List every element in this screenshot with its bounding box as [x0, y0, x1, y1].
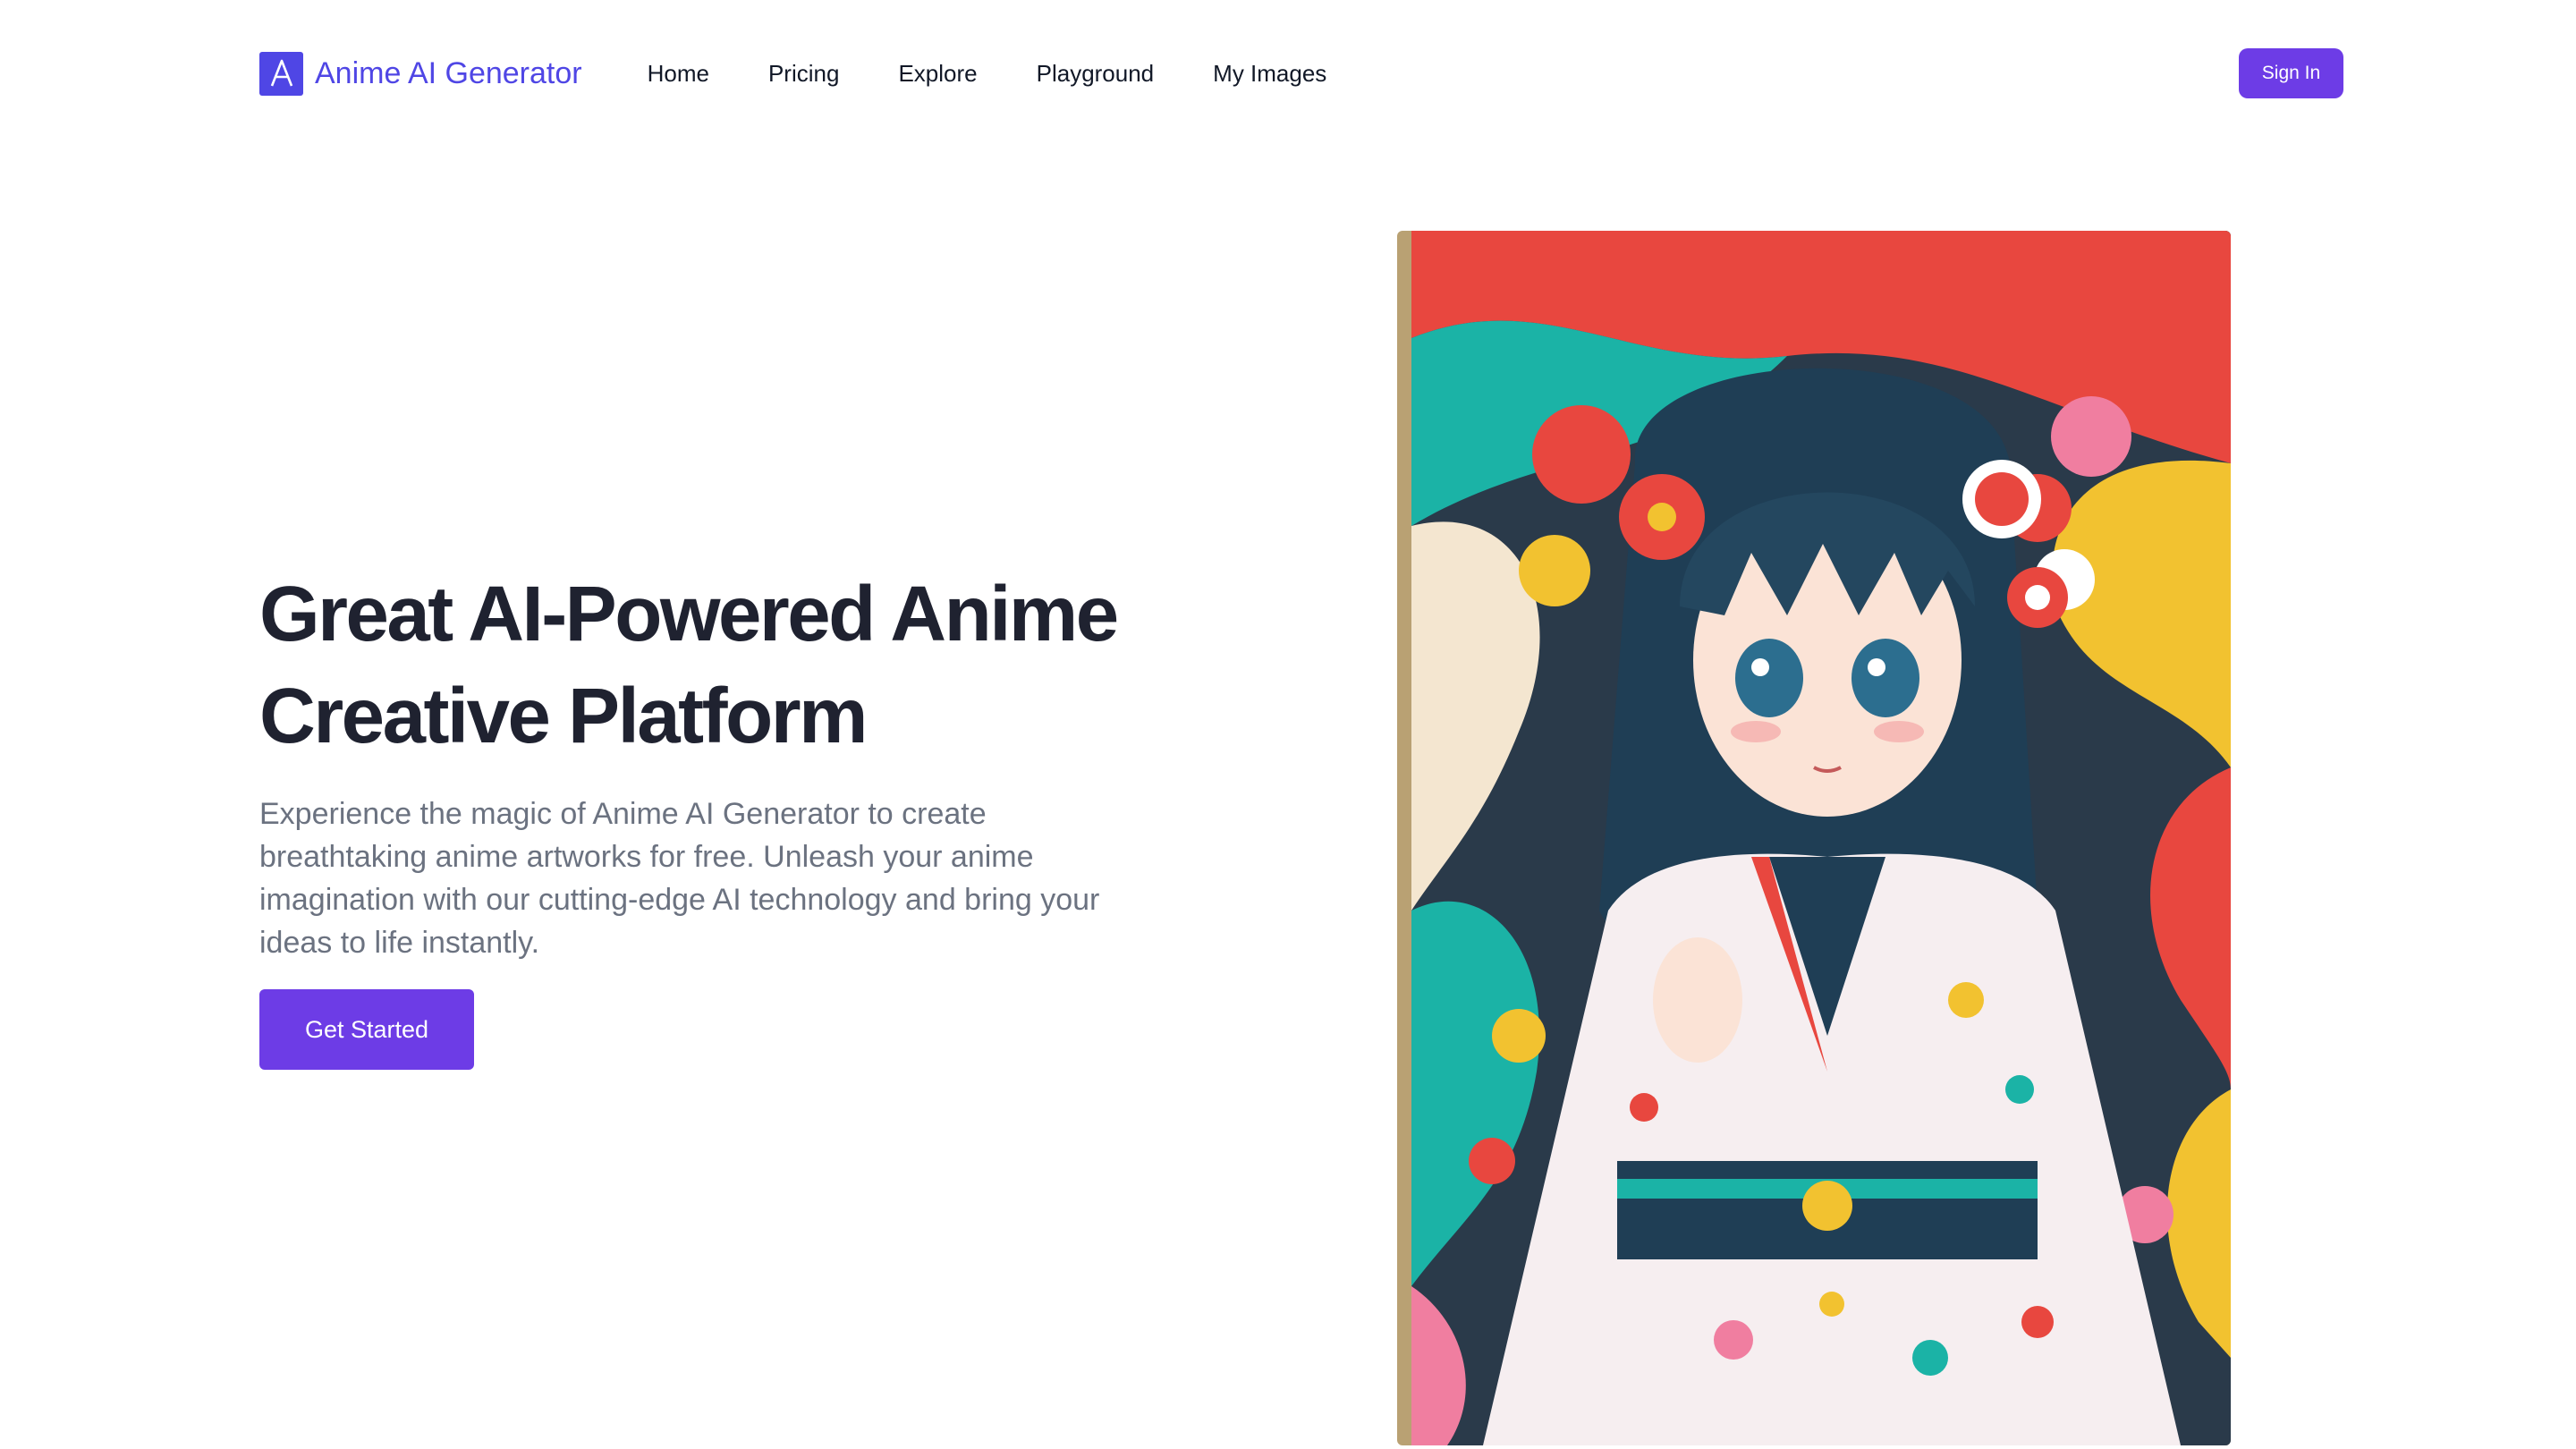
nav-link-explore[interactable]: Explore	[898, 60, 977, 88]
nav-link-my-images[interactable]: My Images	[1213, 60, 1326, 88]
hero-title-line-1: Great AI-Powered Anime	[259, 571, 1119, 657]
letter-a-logo-icon	[259, 51, 303, 96]
nav-link-home[interactable]: Home	[648, 60, 709, 88]
anime-girl-illustration	[1411, 231, 2231, 1445]
hero-section: Great AI-Powered Anime Creative Platform…	[259, 564, 1172, 1070]
nav-links: Home Pricing Explore Playground My Image…	[648, 60, 1386, 88]
nav-link-pricing[interactable]: Pricing	[768, 60, 839, 88]
get-started-button[interactable]: Get Started	[259, 989, 474, 1070]
brand-link[interactable]: Anime AI Generator	[259, 51, 582, 96]
nav-link-playground[interactable]: Playground	[1037, 60, 1155, 88]
hero-description: Experience the magic of Anime AI Generat…	[259, 797, 1100, 960]
hero-title: Great AI-Powered Anime Creative Platform	[259, 564, 1172, 767]
hero-anime-artwork-image	[1397, 231, 2231, 1445]
brand-name: Anime AI Generator	[315, 55, 582, 90]
sign-in-button[interactable]: Sign In	[2239, 48, 2343, 98]
top-navigation: Anime AI Generator Home Pricing Explore …	[259, 48, 2343, 98]
hero-title-line-2: Creative Platform	[259, 673, 868, 759]
landing-page: Anime AI Generator Home Pricing Explore …	[0, 0, 2576, 1449]
